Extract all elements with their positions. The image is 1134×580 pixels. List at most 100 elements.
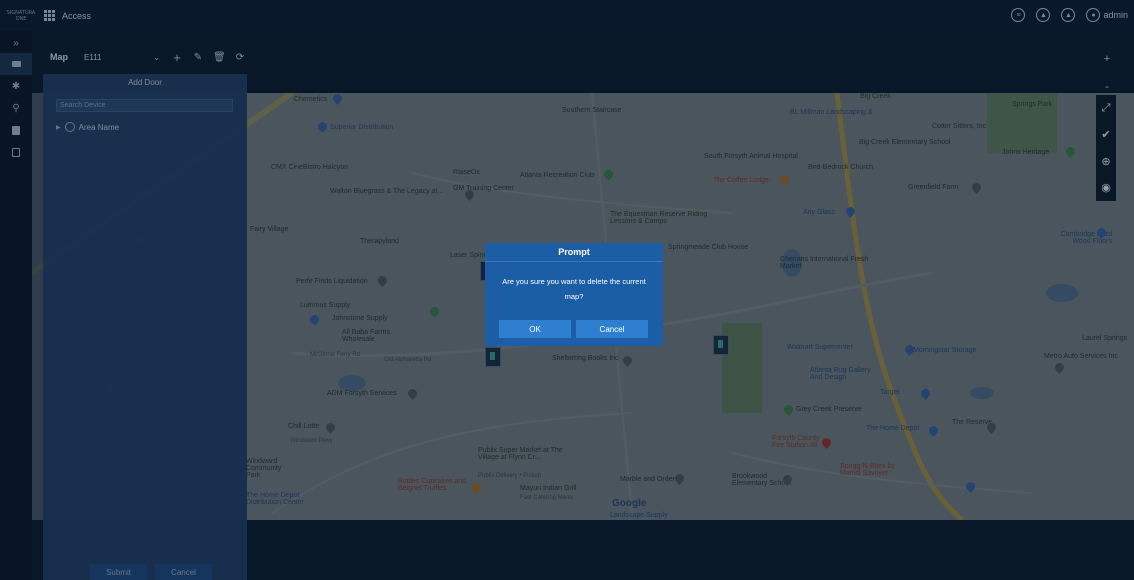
alarm-icon[interactable]: ▲ <box>1061 8 1076 22</box>
map-label: Cotter Sitters, Inc <box>932 123 987 130</box>
fullscreen-icon[interactable]: ⤢ <box>1102 102 1111 115</box>
map-label: Southern Staircase <box>562 107 622 114</box>
refresh-icon[interactable]: ⟳ <box>234 52 246 63</box>
user-menu[interactable]: ● admin <box>1086 8 1128 22</box>
map-label: Target <box>880 389 900 396</box>
map-label: Old Alpharetta Rd <box>384 357 432 363</box>
map-label: Grey Creek Preserve <box>796 406 862 413</box>
edit-map-icon[interactable]: ✎ <box>192 52 204 63</box>
device-icon[interactable] <box>0 141 32 163</box>
top-bar: SIGNATURA ONE Access ≡ ▲ ▲ ● admin <box>0 0 1134 31</box>
left-rail: » ✱ ⚲ <box>0 31 32 580</box>
map-label: Shelterring Books Inc <box>552 355 619 362</box>
map-label: Greenfield Farm <box>908 184 959 191</box>
zoom-controls: + - <box>1100 45 1114 101</box>
dialog-message: Are you sure you want to delete the curr… <box>502 277 646 301</box>
map-tools: ⤢ ✔ ⊕ ◉ <box>1096 95 1116 201</box>
search-device-input[interactable]: Search Device <box>56 99 233 112</box>
map-label: Big Creek <box>860 93 891 100</box>
plus-circle-icon[interactable]: ⊕ <box>1101 155 1110 168</box>
map-label: Chemetics <box>294 96 328 103</box>
map-label: Laurel Springs <box>1082 335 1128 342</box>
map-label: Fairy Village <box>250 226 289 233</box>
door-device-icon[interactable] <box>485 347 501 367</box>
map-label: CMX CineBistro Halcyon <box>271 164 349 171</box>
app-title: Access <box>62 10 92 21</box>
map-label: The Equestrian Reserve Riding Lessons & … <box>610 211 708 225</box>
map-label: Lummus Supply <box>300 302 351 309</box>
add-map-icon[interactable]: + <box>171 50 183 65</box>
map-label: Cherians International Fresh Market <box>780 256 869 270</box>
map-label: Morningstar Storage <box>913 347 977 354</box>
map-label: Landscape Supply <box>610 512 668 519</box>
map-label: Bottles Cupcakes and Beignet Truffles <box>398 478 467 492</box>
map-label: Publix Super Market at The Village at Fl… <box>478 447 563 461</box>
map-label: South Forsyth Animal Hospital <box>704 153 798 160</box>
map-label: The Home Depot <box>866 425 920 432</box>
app-grid-icon[interactable] <box>44 9 56 22</box>
map-select-value: E111 <box>84 52 102 62</box>
top-right-actions: ≡ ▲ ▲ ● admin <box>1011 8 1128 22</box>
ok-button[interactable]: OK <box>499 320 571 338</box>
map-label: Atlanta Recreation Club <box>520 172 594 179</box>
map-label: Publix Delivery • Pickup <box>478 473 542 479</box>
chat-icon[interactable]: ≡ <box>1011 8 1026 22</box>
map-label: Bird-Bedrock Church <box>808 164 873 171</box>
dialog-title: Prompt <box>485 243 663 262</box>
map-label: Windward Community Park <box>246 458 282 479</box>
user-icon: ● <box>1086 8 1101 22</box>
map-label: BL Millman Landscaping & <box>790 109 873 116</box>
map-label: Big Creek Elementary School <box>859 139 951 146</box>
map-label: GM Training Center <box>453 185 515 192</box>
map-label: Springs Park <box>1012 101 1053 108</box>
map-label: Any Glass <box>803 209 835 216</box>
person-icon[interactable]: ⚲ <box>0 97 32 119</box>
map-label: Perfe Finds Liquidation <box>296 278 368 285</box>
collapse-icon[interactable]: » <box>0 33 32 53</box>
map-label: Marble and Order <box>620 476 675 483</box>
cancel-button[interactable]: Cancel <box>576 320 648 338</box>
door-device-icon[interactable] <box>713 335 729 355</box>
map-toolbar: Map E111 ⌄ + ✎ 🗑 ⟳ <box>32 46 246 68</box>
map-label: Chill Lotte <box>288 423 320 430</box>
expand-arrow-icon[interactable]: ▶ <box>56 124 61 131</box>
map-label: McGinnis Ferry Rd <box>310 352 361 358</box>
map-label: Johnstone Supply <box>332 315 388 322</box>
map-label: Superior Distribution <box>330 124 394 131</box>
door-icon[interactable] <box>0 53 32 75</box>
map-label: Metro Auto Services Inc <box>1044 353 1118 360</box>
map-label: The Coffee Lodge <box>713 177 769 184</box>
username: admin <box>1103 10 1128 20</box>
globe-icon <box>64 122 75 132</box>
chevron-down-icon: ⌄ <box>153 52 160 62</box>
map-label: The Home Depot Distribution Center <box>246 492 304 506</box>
locate-icon[interactable]: ◉ <box>1101 181 1111 194</box>
tree-node-area[interactable]: ▶ Area Name <box>56 122 119 132</box>
map-label: Map <box>50 52 68 62</box>
map-label: Fast Catering Menu <box>520 495 573 501</box>
delete-map-icon[interactable]: 🗑 <box>213 52 226 63</box>
map-label: Mayuri Indian Grill <box>520 485 577 492</box>
document-icon[interactable] <box>0 119 32 141</box>
check-icon[interactable]: ✔ <box>1101 128 1110 141</box>
map-label: Google <box>612 498 647 509</box>
map-label: All Baba Farms Wholesale <box>342 329 390 343</box>
map-select[interactable]: E111 ⌄ <box>82 49 162 65</box>
add-door-panel: Add Door Search Device ▶ Area Name Submi… <box>43 74 247 580</box>
map-label: Therapyland <box>360 238 399 245</box>
zoom-in-icon[interactable]: + <box>1100 45 1114 73</box>
map-label: ADM Forsyth Services <box>327 390 397 397</box>
prompt-dialog: Prompt Are you sure you want to delete t… <box>485 243 663 346</box>
panel-title: Add Door <box>128 78 162 87</box>
settings-icon[interactable]: ✱ <box>0 75 32 97</box>
map-label: Johns Heritage <box>1002 149 1050 156</box>
bell-icon[interactable]: ▲ <box>1036 8 1051 22</box>
map-label: Walmart Supercenter <box>787 344 853 351</box>
map-label: RaiseOx <box>453 169 480 176</box>
panel-cancel-button[interactable]: Cancel <box>155 564 212 580</box>
tree-node-label: Area Name <box>78 122 120 132</box>
map-label: Walton Bluegrass & The Legacy at... <box>330 188 444 195</box>
map-label: Springmeade Club House <box>668 244 749 251</box>
brand-logo: SIGNATURA ONE <box>6 9 36 22</box>
submit-button[interactable]: Submit <box>90 564 147 580</box>
